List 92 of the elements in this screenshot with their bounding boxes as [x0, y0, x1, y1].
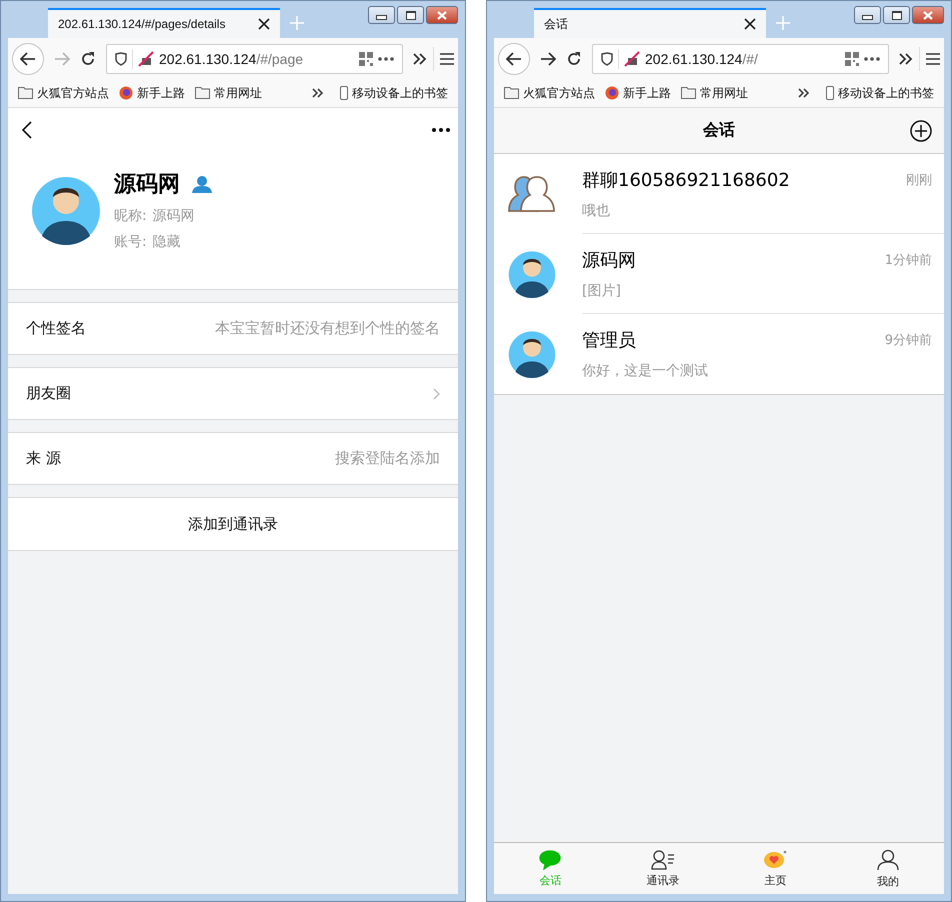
address-field[interactable]: 202.61.130.124/#/	[592, 44, 889, 74]
tab-bar-item[interactable]: 我的	[832, 843, 944, 894]
bookmark-item[interactable]: 火狐官方站点	[504, 84, 595, 102]
chat-time: 刚刚	[906, 172, 932, 188]
row-value: 本宝宝暂时还没有想到个性的签名	[215, 319, 440, 338]
maximize-button[interactable]	[397, 6, 424, 24]
insecure-lock-icon	[624, 50, 640, 66]
avatar-icon	[508, 330, 556, 378]
phone-icon	[826, 86, 834, 100]
bookmark-item[interactable]: 移动设备上的书签	[340, 84, 448, 102]
chat-item[interactable]: 源码网 1分钟前 [图片]	[494, 234, 944, 314]
account-value: 隐藏	[152, 232, 181, 250]
chat-name: 源码网	[582, 248, 636, 272]
contacts-icon	[650, 850, 675, 870]
more-icon[interactable]	[378, 56, 394, 60]
message-preview: 你好，这是一个测试	[582, 362, 709, 380]
minimize-button[interactable]	[854, 6, 881, 24]
nickname-value: 源码网	[152, 206, 195, 224]
bookmark-item[interactable]: 新手上路	[119, 84, 185, 102]
reload-icon[interactable]	[80, 50, 96, 66]
close-icon[interactable]	[258, 18, 270, 30]
phone-icon	[340, 86, 348, 100]
add-icon[interactable]	[910, 120, 932, 142]
tab-bar-item[interactable]: 通讯录	[606, 843, 719, 894]
chat-name: 管理员	[582, 329, 636, 352]
avatar-icon	[508, 250, 556, 298]
account-label: 账号:	[114, 232, 147, 250]
bookmark-item[interactable]: 移动设备上的书签	[826, 84, 934, 102]
close-icon[interactable]	[744, 18, 756, 30]
shield-icon	[115, 52, 127, 66]
bookmark-item[interactable]: 新手上路	[605, 84, 671, 102]
back-arrow-icon	[20, 52, 36, 66]
insecure-lock-icon	[138, 50, 154, 66]
row-value: 搜索登陆名添加	[335, 449, 440, 468]
overflow-icon[interactable]	[798, 88, 810, 98]
row-label: 朋友圈	[26, 384, 71, 403]
close-icon	[437, 10, 447, 20]
qr-code-icon[interactable]	[845, 52, 859, 66]
folder-icon	[681, 87, 696, 99]
chat-item[interactable]: 管理员 9分钟前 你好，这是一个测试	[494, 314, 944, 394]
message-preview: [图片]	[582, 282, 622, 300]
add-to-contacts-button[interactable]: 添加到通讯录	[8, 497, 458, 551]
profile-name: 源码网	[114, 170, 180, 198]
chat-item[interactable]: 群聊160586921168602 刚刚 哦也	[494, 154, 944, 234]
bookmark-item[interactable]: 常用网址	[681, 84, 748, 102]
heart-bubble-icon	[763, 850, 788, 870]
more-icon[interactable]	[432, 128, 450, 132]
overflow-icon[interactable]	[899, 52, 913, 64]
back-icon[interactable]	[22, 121, 32, 139]
folder-icon	[504, 87, 519, 99]
qr-code-icon[interactable]	[359, 52, 373, 66]
bookmark-item[interactable]: 火狐官方站点	[18, 84, 109, 102]
shield-icon	[601, 52, 613, 66]
message-preview: 哦也	[582, 202, 611, 220]
menu-icon[interactable]	[440, 52, 454, 64]
bookmark-item[interactable]: 常用网址	[195, 84, 262, 102]
close-button[interactable]	[426, 6, 458, 24]
group-icon	[508, 175, 556, 213]
maximize-button[interactable]	[883, 6, 910, 24]
chevron-right-icon	[433, 388, 440, 400]
folder-icon	[18, 87, 33, 99]
tab-bar-item[interactable]: 主页	[719, 843, 832, 894]
overflow-icon[interactable]	[312, 88, 324, 98]
round-logo-icon	[119, 86, 133, 100]
folder-icon	[195, 87, 210, 99]
back-button[interactable]	[12, 42, 44, 74]
person-icon	[192, 174, 212, 192]
menu-row[interactable]: 朋友圈	[8, 367, 458, 420]
minimize-button[interactable]	[368, 6, 395, 24]
chat-time: 9分钟前	[884, 332, 932, 349]
nickname-label: 昵称:	[114, 206, 147, 224]
page-title: 会话	[703, 120, 735, 141]
browser-tab[interactable]: 会话	[534, 8, 766, 38]
chat-name: 群聊160586921168602	[582, 168, 790, 192]
chat-time: 1分钟前	[884, 252, 932, 268]
overflow-icon[interactable]	[413, 52, 427, 64]
person-icon	[876, 848, 899, 870]
more-icon[interactable]	[864, 56, 880, 60]
row-label: 来 源	[26, 449, 61, 468]
close-button[interactable]	[912, 6, 944, 24]
back-button[interactable]	[498, 42, 530, 74]
forward-icon[interactable]	[540, 52, 556, 66]
back-arrow-icon	[506, 52, 522, 66]
chat-bubble-icon	[539, 850, 562, 870]
close-icon	[923, 10, 933, 20]
row-label: 个性签名	[26, 319, 86, 338]
reload-icon[interactable]	[566, 50, 582, 66]
browser-tab[interactable]: 202.61.130.124/#/pages/details	[48, 8, 280, 38]
avatar-icon	[32, 174, 100, 244]
menu-icon[interactable]	[926, 52, 940, 64]
round-logo-icon	[605, 86, 619, 100]
address-field[interactable]: 202.61.130.124/#/page	[106, 44, 403, 74]
